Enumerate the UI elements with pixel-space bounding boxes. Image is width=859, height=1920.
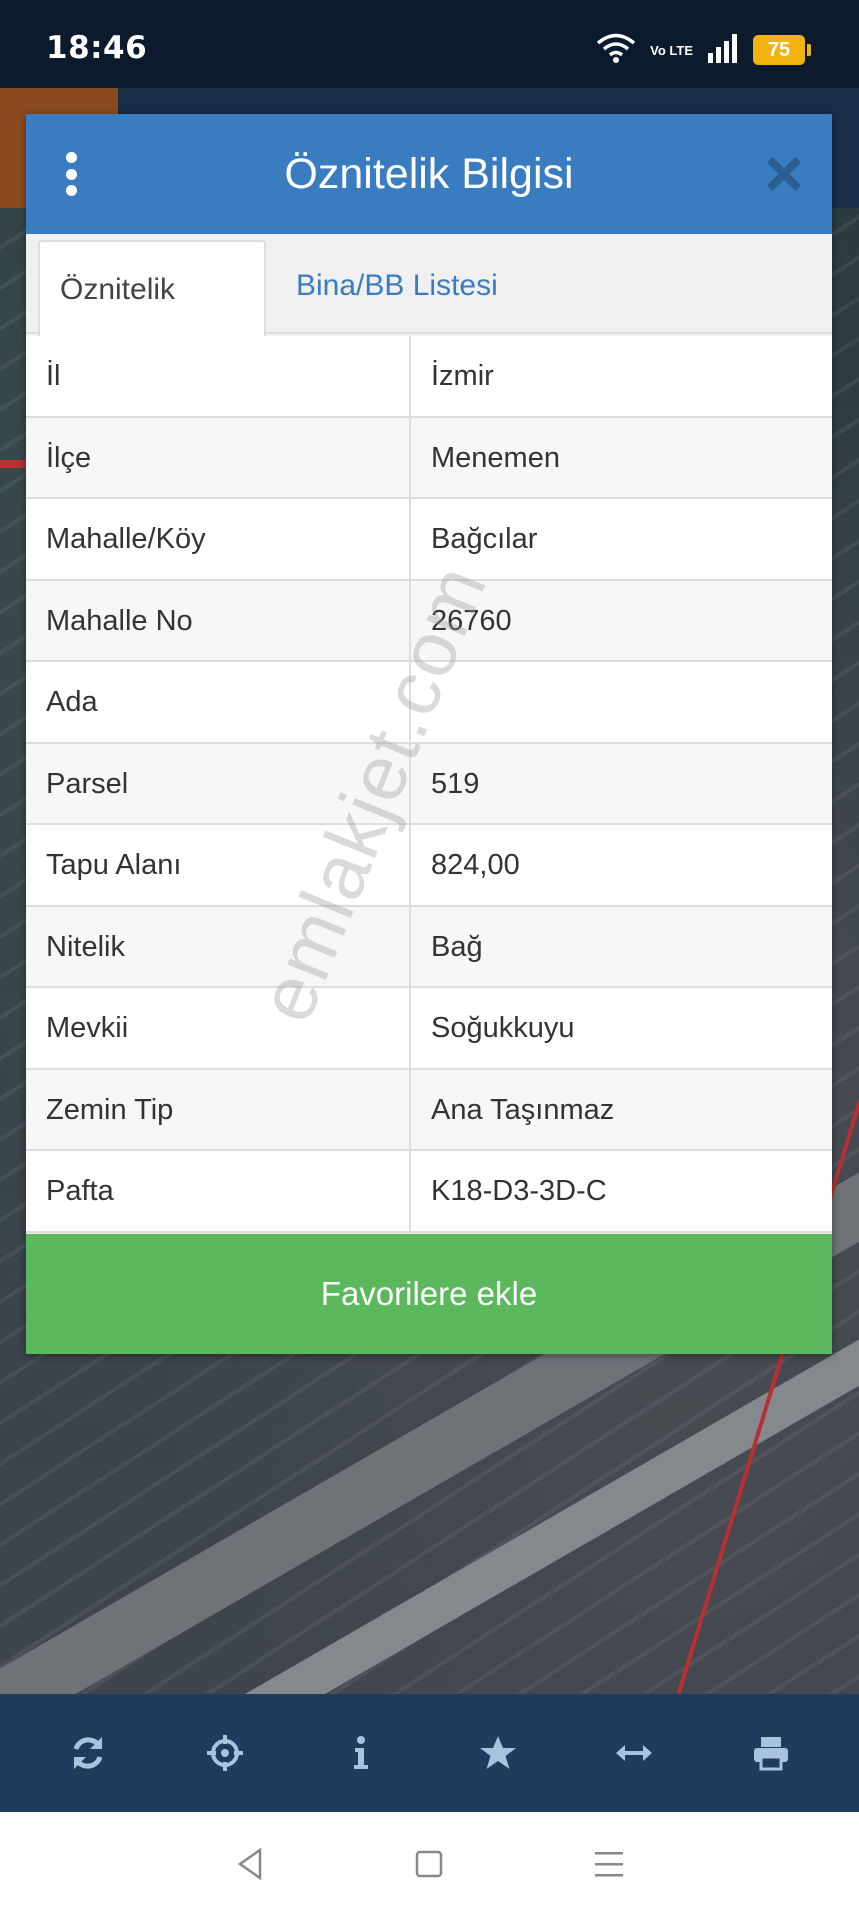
status-bar: 18:46 Vo LTE 75 bbox=[0, 0, 859, 96]
attribute-key: Mahalle No bbox=[26, 580, 411, 660]
attribute-key: Zemin Tip bbox=[26, 1069, 411, 1149]
volte-label: Vo LTE bbox=[650, 42, 693, 58]
attribute-value: İzmir bbox=[431, 360, 494, 392]
dialog-title: Öznitelik Bilgisi bbox=[284, 150, 574, 198]
attribute-key: İlçe bbox=[26, 417, 411, 497]
attribute-key: İl bbox=[26, 336, 411, 416]
table-row: Zemin Tip Ana Taşınmaz bbox=[26, 1069, 832, 1151]
system-nav-bar bbox=[0, 1812, 859, 1920]
attribute-value: 519 bbox=[431, 767, 480, 800]
attribute-key: Pafta bbox=[26, 1151, 411, 1231]
attribute-value: Bağcılar bbox=[431, 523, 538, 555]
close-icon[interactable] bbox=[766, 156, 802, 192]
table-row: Tapu Alanı 824,00 bbox=[26, 825, 832, 907]
wifi-icon bbox=[596, 32, 636, 69]
table-row: İl İzmir bbox=[26, 336, 832, 418]
tab-attribute-info[interactable]: Öznitelik Bilgisi bbox=[38, 240, 266, 402]
attribute-value: Ana Taşınmaz bbox=[431, 1093, 615, 1126]
locate-icon[interactable] bbox=[195, 1723, 255, 1783]
measure-icon[interactable] bbox=[604, 1723, 664, 1783]
map-parcel-boundary bbox=[0, 460, 26, 468]
map-toolbar bbox=[0, 1694, 859, 1812]
attribute-value: K18-D3-3D-C bbox=[431, 1175, 607, 1207]
attribute-table: İl İzmir İlçe Menemen Mahalle/Köy Bağcılar Mah… bbox=[26, 336, 832, 1233]
signal-icon bbox=[707, 33, 739, 68]
table-row: Pafta K18-D3-3D-C bbox=[26, 1151, 832, 1233]
refresh-icon[interactable] bbox=[58, 1723, 118, 1783]
info-icon[interactable] bbox=[331, 1723, 391, 1783]
table-row: Mevkii Soğukkuyu bbox=[26, 988, 832, 1070]
star-icon[interactable] bbox=[468, 1723, 528, 1783]
attribute-value: Menemen bbox=[431, 441, 560, 474]
recent-apps-icon[interactable] bbox=[589, 1844, 629, 1889]
tab-building-list[interactable]: Bina/BB Listesi bbox=[276, 238, 518, 334]
status-time: 18:46 bbox=[46, 30, 148, 66]
dialog-header: Öznitelik Bilgisi bbox=[26, 114, 832, 234]
attribute-key: Mevkii bbox=[26, 988, 411, 1068]
battery-icon: 75 bbox=[753, 35, 811, 65]
table-row: İlçe Menemen bbox=[26, 417, 832, 499]
attribute-key: Mahalle/Köy bbox=[26, 499, 411, 579]
back-icon[interactable] bbox=[230, 1844, 270, 1889]
attribute-value bbox=[411, 662, 832, 742]
home-icon[interactable] bbox=[409, 1844, 449, 1889]
print-icon[interactable] bbox=[741, 1723, 801, 1783]
add-favorite-button[interactable]: Favorilere ekle bbox=[26, 1234, 832, 1354]
attribute-value: 824,00 bbox=[431, 849, 520, 881]
table-row: Nitelik Bağ bbox=[26, 906, 832, 988]
attribute-value: Soğukkuyu bbox=[431, 1012, 575, 1044]
attribute-value: Bağ bbox=[431, 930, 483, 963]
status-icons: Vo LTE 75 bbox=[596, 30, 811, 70]
